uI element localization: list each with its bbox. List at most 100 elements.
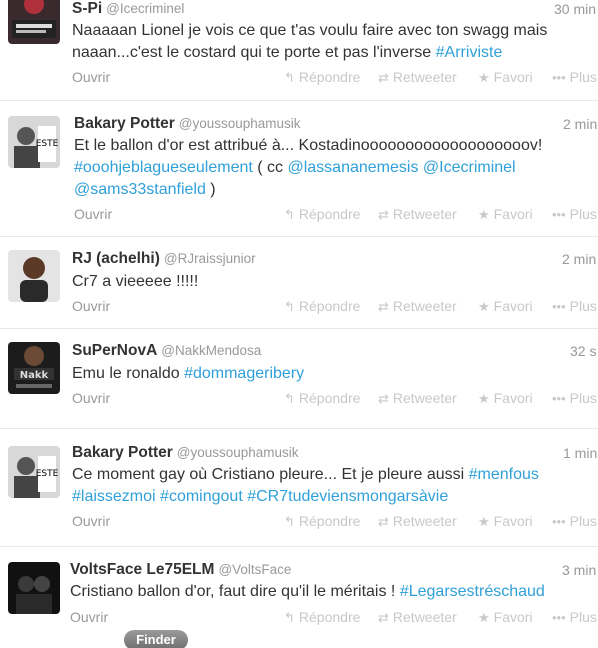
- star-icon: ★: [478, 514, 490, 529]
- timestamp[interactable]: 30 min: [554, 0, 596, 18]
- author-handle[interactable]: @NakkMendosa: [161, 343, 261, 358]
- hashtag-link[interactable]: #dommageribery: [184, 365, 304, 382]
- avatar[interactable]: Nakk: [8, 342, 60, 394]
- more-button[interactable]: ••• Plus: [552, 68, 597, 87]
- tweet-text-line: naaan...c'est le costard qui te porte et…: [72, 44, 503, 61]
- favorite-button[interactable]: ★ Favori: [478, 512, 533, 531]
- star-icon: ★: [478, 391, 490, 406]
- retweet-button[interactable]: ⇄ Retweeter: [378, 389, 457, 408]
- author-handle[interactable]: @youssouphamusik: [177, 445, 299, 460]
- svg-text:ESTE: ESTE: [36, 139, 59, 149]
- retweet-button[interactable]: ⇄ Retweeter: [378, 608, 457, 627]
- favorite-button[interactable]: ★ Favori: [478, 608, 533, 627]
- author-name[interactable]: RJ (achelhi): [72, 250, 160, 267]
- reply-button[interactable]: ↰ Répondre: [284, 512, 360, 531]
- hashtag-link[interactable]: #CR7tudeviensmongarsàvie: [247, 488, 448, 505]
- tweet-text-line: #ooohjeblagueseulement ( cc @lassananeme…: [74, 159, 516, 176]
- hashtag-link[interactable]: #ooohjeblagueseulement: [74, 159, 253, 176]
- avatar[interactable]: [8, 562, 60, 614]
- avatar[interactable]: [8, 0, 60, 44]
- reply-icon: ↰: [284, 299, 295, 314]
- avatar[interactable]: ESTE: [8, 446, 60, 498]
- timestamp[interactable]: 1 min: [563, 444, 597, 462]
- reply-button[interactable]: ↰ Répondre: [284, 68, 360, 87]
- hashtag-link[interactable]: #Arriviste: [436, 44, 503, 61]
- more-icon: •••: [552, 391, 566, 406]
- more-button[interactable]: ••• Plus: [552, 205, 597, 224]
- reply-button[interactable]: ↰ Répondre: [284, 205, 360, 224]
- tweet-text-line: Cristiano ballon d'or, faut dire qu'il l…: [70, 583, 545, 600]
- retweet-icon: ⇄: [378, 299, 389, 314]
- more-button[interactable]: ••• Plus: [552, 389, 597, 408]
- reply-icon: ↰: [284, 391, 295, 406]
- mention-link[interactable]: @Icecriminel: [423, 159, 516, 176]
- author-name[interactable]: Bakary Potter: [74, 115, 175, 132]
- retweet-button[interactable]: ⇄ Retweeter: [378, 512, 457, 531]
- open-link[interactable]: Ouvrir: [70, 608, 108, 626]
- author-handle[interactable]: @VoltsFace: [218, 562, 291, 577]
- hashtag-link[interactable]: #comingout: [160, 488, 243, 505]
- more-icon: •••: [552, 207, 566, 222]
- tweet-text-line: Et le ballon d'or est attribué à... Kost…: [74, 137, 543, 154]
- hashtag-link[interactable]: #Legarsestréschaud: [400, 583, 545, 600]
- open-link[interactable]: Ouvrir: [72, 389, 110, 407]
- svg-text:ESTE: ESTE: [36, 469, 59, 479]
- star-icon: ★: [478, 70, 490, 85]
- tweet-text-line: #laissezmoi #comingout #CR7tudeviensmong…: [72, 486, 448, 508]
- mention-link[interactable]: @lassananemesis: [287, 159, 418, 176]
- finder-dock-label: Finder: [124, 630, 188, 648]
- author-handle[interactable]: @youssouphamusik: [179, 116, 301, 131]
- reply-icon: ↰: [284, 514, 295, 529]
- reply-button[interactable]: ↰ Répondre: [284, 389, 360, 408]
- favorite-button[interactable]: ★ Favori: [478, 68, 533, 87]
- more-button[interactable]: ••• Plus: [552, 297, 597, 316]
- reply-button[interactable]: ↰ Répondre: [284, 608, 360, 627]
- open-link[interactable]: Ouvrir: [74, 205, 112, 223]
- hashtag-link[interactable]: #menfous: [469, 466, 539, 483]
- timestamp[interactable]: 2 min: [562, 250, 596, 268]
- tweet-text-line: Naaaaan Lionel je vois ce que t'as voulu…: [72, 22, 548, 39]
- timestamp[interactable]: 3 min: [562, 561, 596, 579]
- open-link[interactable]: Ouvrir: [72, 68, 110, 86]
- mention-link[interactable]: @sams33stanfield: [74, 181, 206, 198]
- divider: [0, 428, 598, 429]
- author-name[interactable]: Bakary Potter: [72, 444, 173, 461]
- retweet-icon: ⇄: [378, 514, 389, 529]
- more-icon: •••: [552, 299, 566, 314]
- retweet-button[interactable]: ⇄ Retweeter: [378, 68, 457, 87]
- reply-icon: ↰: [284, 70, 295, 85]
- more-icon: •••: [552, 514, 566, 529]
- author-name[interactable]: VoltsFace Le75ELM: [70, 561, 214, 578]
- divider: [0, 236, 598, 237]
- retweet-button[interactable]: ⇄ Retweeter: [378, 297, 457, 316]
- hashtag-link[interactable]: #laissezmoi: [72, 488, 156, 505]
- author-handle[interactable]: @Icecriminel: [106, 1, 184, 16]
- open-link[interactable]: Ouvrir: [72, 297, 110, 315]
- svg-text:Nakk: Nakk: [20, 370, 49, 381]
- tweet-text-line: Emu le ronaldo #dommageribery: [72, 365, 305, 382]
- more-button[interactable]: ••• Plus: [552, 512, 597, 531]
- author-name[interactable]: SuPerNovA: [72, 342, 157, 359]
- avatar[interactable]: ESTE: [8, 116, 60, 168]
- open-link[interactable]: Ouvrir: [72, 512, 110, 530]
- author-handle[interactable]: @RJraissjunior: [164, 251, 256, 266]
- favorite-button[interactable]: ★ Favori: [478, 389, 533, 408]
- avatar[interactable]: [8, 250, 60, 302]
- retweet-button[interactable]: ⇄ Retweeter: [378, 205, 457, 224]
- favorite-button[interactable]: ★ Favori: [478, 205, 533, 224]
- favorite-button[interactable]: ★ Favori: [478, 297, 533, 316]
- more-icon: •••: [552, 70, 566, 85]
- retweet-icon: ⇄: [378, 70, 389, 85]
- star-icon: ★: [478, 299, 490, 314]
- tweet-text-line: Ce moment gay où Cristiano pleure... Et …: [72, 466, 539, 483]
- timestamp[interactable]: 2 min: [563, 115, 597, 133]
- author-name[interactable]: S-Pi: [72, 0, 102, 17]
- timestamp[interactable]: 32 s: [570, 342, 596, 360]
- tweet-text-line: Cr7 a vieeeee !!!!!: [72, 273, 199, 290]
- reply-icon: ↰: [284, 610, 295, 625]
- reply-button[interactable]: ↰ Répondre: [284, 297, 360, 316]
- more-button[interactable]: ••• Plus: [552, 608, 597, 627]
- star-icon: ★: [478, 610, 490, 625]
- retweet-icon: ⇄: [378, 610, 389, 625]
- divider: [0, 546, 598, 547]
